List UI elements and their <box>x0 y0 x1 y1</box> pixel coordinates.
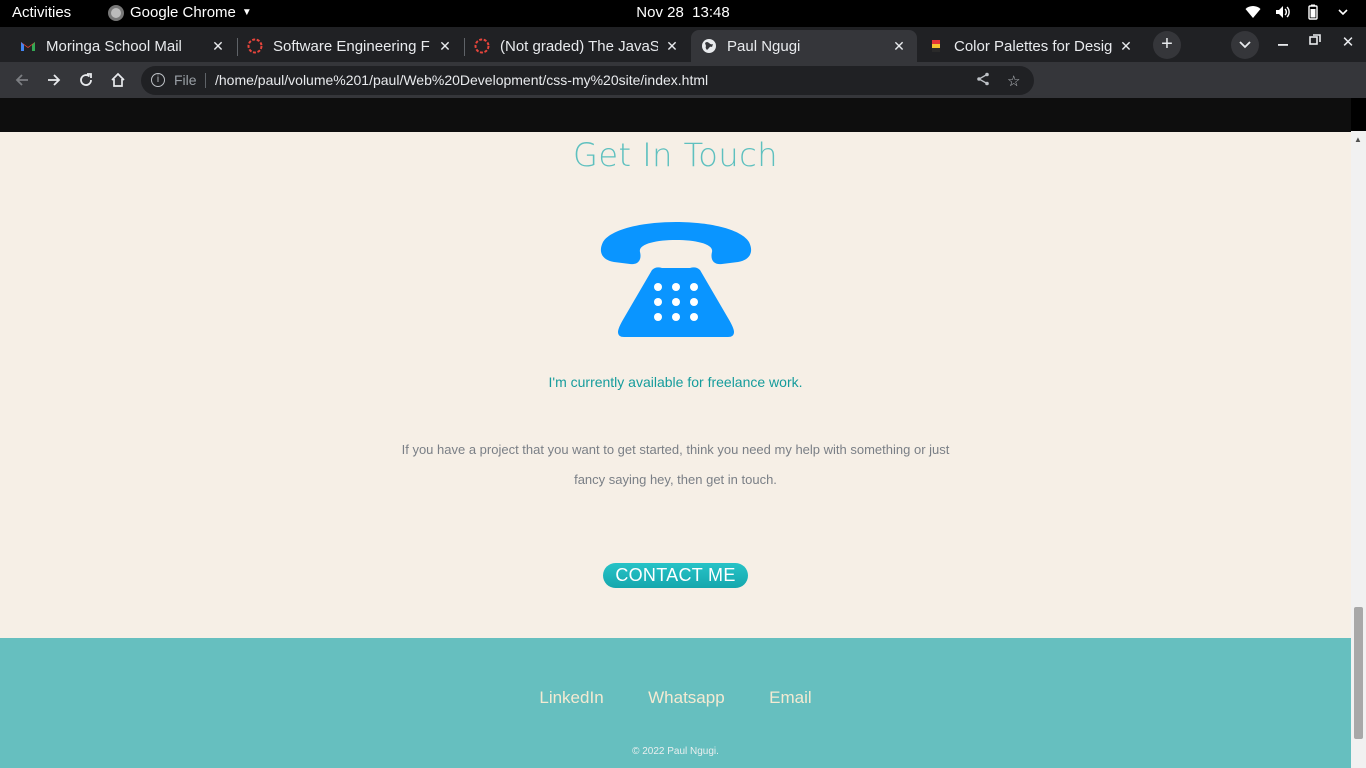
divider <box>205 73 206 88</box>
date-label: Nov 28 <box>636 4 684 21</box>
app-menu[interactable]: Google Chrome ▼ <box>108 4 252 21</box>
telephone-icon <box>600 220 752 340</box>
contact-me-button[interactable]: CONTACT ME <box>603 563 748 588</box>
page-viewport: Get In Touch I'm currently available for… <box>0 98 1351 768</box>
tab-search-button[interactable] <box>1231 31 1259 59</box>
clock-button[interactable]: Nov 28 13:48 <box>636 4 729 21</box>
chrome-icon <box>108 4 124 21</box>
tab-javascript-quiz[interactable]: (Not graded) The JavaSc ✕ <box>464 30 690 62</box>
tab-title: Software Engineering F <box>273 37 430 55</box>
blurb-line: fancy saying hey, then get in touch. <box>574 472 777 487</box>
close-icon[interactable]: ✕ <box>664 38 680 55</box>
moringa-icon <box>247 38 263 54</box>
tab-software-engineering[interactable]: Software Engineering F ✕ <box>237 30 463 62</box>
tab-title: Moringa School Mail <box>46 37 182 55</box>
close-icon[interactable]: ✕ <box>437 38 453 55</box>
tab-color-palettes[interactable]: Color Palettes for Desig ✕ <box>918 30 1144 62</box>
minimize-button[interactable] <box>1273 33 1293 50</box>
chevron-down-icon <box>1334 4 1352 20</box>
tab-title: Paul Ngugi <box>727 37 801 55</box>
moringa-icon <box>474 38 490 54</box>
page-header-strip <box>0 98 1351 132</box>
wifi-icon <box>1244 4 1262 20</box>
footer: LinkedIn Whatsapp Email © 2022 Paul Ngug… <box>0 638 1351 768</box>
battery-icon <box>1304 4 1322 20</box>
new-tab-button[interactable]: + <box>1153 31 1181 59</box>
scheme-label: File <box>174 72 197 88</box>
tab-title: Color Palettes for Desig <box>954 37 1112 55</box>
url-text[interactable]: /home/paul/volume%201/paul/Web%20Develop… <box>215 72 708 88</box>
tab-paul-ngugi[interactable]: Paul Ngugi ✕ <box>691 30 917 62</box>
forward-button[interactable] <box>42 68 66 92</box>
close-window-button[interactable]: ✕ <box>1338 33 1358 51</box>
system-top-bar: Activities Google Chrome ▼ Nov 28 13:48 <box>0 0 1366 27</box>
info-icon[interactable]: i <box>151 73 165 87</box>
home-button[interactable] <box>106 68 130 92</box>
time-label: 13:48 <box>692 4 730 21</box>
colorhunt-icon <box>928 38 944 54</box>
copyright-text: © 2022 Paul Ngugi. <box>632 746 719 757</box>
contact-title: Get In Touch <box>573 136 778 174</box>
tab-moringa-mail[interactable]: Moringa School Mail ✕ <box>10 30 236 62</box>
browser-toolbar: i File /home/paul/volume%201/paul/Web%20… <box>0 62 1366 153</box>
activities-button[interactable]: Activities <box>12 4 71 21</box>
volume-icon <box>1274 4 1292 20</box>
restore-button[interactable] <box>1305 33 1325 50</box>
page-scrollbar[interactable]: ▲ <box>1351 131 1366 768</box>
close-icon[interactable]: ✕ <box>1118 38 1134 55</box>
back-button[interactable] <box>10 68 34 92</box>
footer-links: LinkedIn Whatsapp Email <box>0 688 1351 708</box>
bookmark-star-icon[interactable]: ☆ <box>1007 72 1020 90</box>
freelance-text: I'm currently available for freelance wo… <box>548 374 803 390</box>
footer-link-email[interactable]: Email <box>769 688 812 707</box>
contact-blurb: If you have a project that you want to g… <box>400 435 951 495</box>
app-name: Google Chrome <box>130 4 236 21</box>
share-icon[interactable] <box>976 72 990 90</box>
close-icon[interactable]: ✕ <box>891 38 907 55</box>
address-bar[interactable]: i File /home/paul/volume%201/paul/Web%20… <box>141 66 1034 95</box>
scroll-up-icon[interactable]: ▲ <box>1354 135 1362 144</box>
tab-title: (Not graded) The JavaSc <box>500 37 658 55</box>
caret-down-icon: ▼ <box>241 7 252 18</box>
system-tray[interactable] <box>1244 4 1352 20</box>
scrollbar-thumb[interactable] <box>1354 607 1363 739</box>
close-icon[interactable]: ✕ <box>210 38 226 55</box>
globe-icon <box>701 38 717 54</box>
reload-button[interactable] <box>74 68 98 92</box>
footer-link-whatsapp[interactable]: Whatsapp <box>648 688 725 707</box>
gmail-icon <box>20 38 36 54</box>
blurb-line: If you have a project that you want to g… <box>401 442 950 457</box>
footer-link-linkedin[interactable]: LinkedIn <box>539 688 603 707</box>
